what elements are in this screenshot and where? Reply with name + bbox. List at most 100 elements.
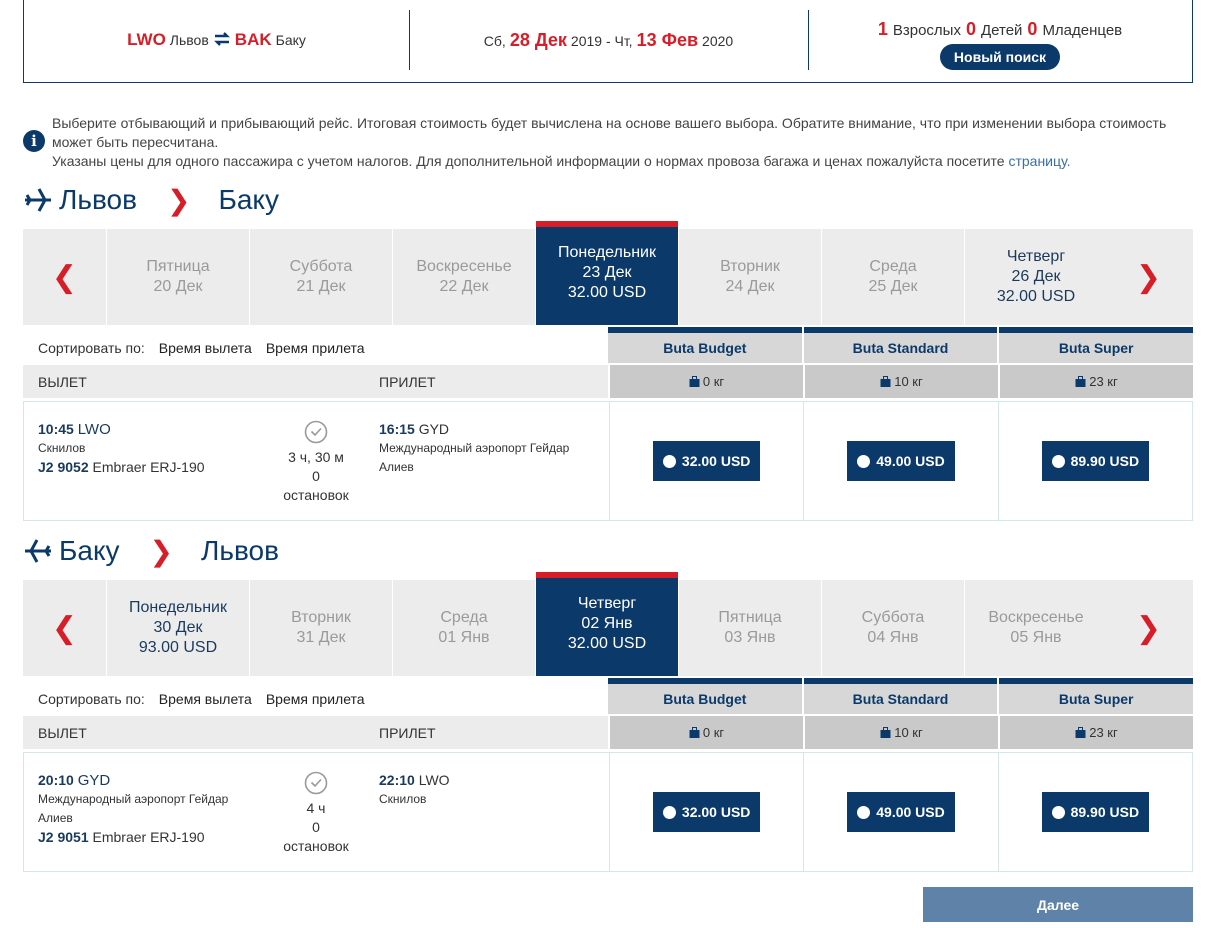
day-weekday: Суббота bbox=[289, 258, 353, 275]
chevron-right-icon: ❯ bbox=[1135, 611, 1162, 645]
date-option[interactable]: Вторник 31 Дек bbox=[249, 580, 392, 676]
day-date: 01 Янв bbox=[438, 629, 490, 646]
date-option[interactable]: Четверг 26 Дек 32.00 USD bbox=[964, 229, 1107, 325]
day-price: 32.00 USD bbox=[567, 635, 647, 652]
day-weekday: Пятница bbox=[146, 258, 210, 275]
dep-airport: Международный аэропорт Гейдар Алиев bbox=[38, 792, 229, 825]
next-dates-button[interactable]: ❯ bbox=[1107, 229, 1190, 325]
day-date: 26 Дек bbox=[1011, 268, 1061, 285]
next-dates-button[interactable]: ❯ bbox=[1107, 580, 1190, 676]
day-date: 31 Дек bbox=[296, 629, 346, 646]
dep-code: GYD bbox=[77, 772, 111, 789]
fare-select-budget[interactable]: 32.00 USD bbox=[652, 792, 761, 832]
day-date: 21 Дек bbox=[296, 278, 346, 295]
baggage-info-link[interactable]: страницу. bbox=[1008, 153, 1070, 169]
infants-label: Младенцев bbox=[1042, 21, 1123, 39]
dep-time: 20:10 bbox=[38, 772, 74, 788]
infants-count: 0 bbox=[1027, 18, 1038, 39]
date-option[interactable]: Пятница 20 Дек bbox=[106, 229, 249, 325]
outbound-from: Львов bbox=[59, 184, 137, 215]
sort-by-departure[interactable]: Время вылета bbox=[159, 691, 252, 707]
next-button[interactable]: Далее bbox=[923, 887, 1193, 922]
baggage-weight: 23 кг bbox=[1089, 725, 1118, 740]
sort-by-arrival[interactable]: Время прилета bbox=[266, 691, 365, 707]
stops-count: 0 bbox=[312, 468, 320, 484]
fare-select-super[interactable]: 89.90 USD bbox=[1041, 441, 1150, 481]
radio-icon bbox=[662, 454, 676, 468]
luggage-icon bbox=[1075, 376, 1086, 387]
day-date: 05 Янв bbox=[1010, 629, 1062, 646]
day-weekday: Понедельник bbox=[129, 599, 227, 616]
day-date: 24 Дек bbox=[725, 278, 775, 295]
dep-day: 28 Дек bbox=[509, 29, 567, 50]
ret-year: 2020 bbox=[702, 32, 734, 49]
day-price: 93.00 USD bbox=[138, 639, 218, 656]
sort-bar: Сортировать по: Время вылета Время приле… bbox=[23, 328, 608, 368]
date-option[interactable]: Воскресенье 22 Дек bbox=[392, 229, 535, 325]
fare-header-budget: Buta Budget bbox=[608, 327, 802, 363]
luggage-icon bbox=[689, 376, 700, 387]
col-departure: ВЫЛЕТ bbox=[38, 373, 87, 390]
aircraft: Embraer ERJ-190 bbox=[92, 459, 205, 475]
baggage-allowance: 10 кг bbox=[805, 716, 998, 749]
date-option[interactable]: Суббота 21 Дек bbox=[249, 229, 392, 325]
plane-departure-icon bbox=[25, 188, 51, 212]
prev-dates-button[interactable]: ❮ bbox=[23, 580, 106, 676]
date-option[interactable]: Вторник 24 Дек bbox=[678, 229, 821, 325]
sort-label: Сортировать по: bbox=[38, 340, 145, 356]
fare-price: 32.00 USD bbox=[681, 453, 751, 469]
arr-time: 22:10 bbox=[379, 772, 415, 788]
plane-return-icon bbox=[25, 539, 51, 563]
date-option[interactable]: Суббота 04 Янв bbox=[821, 580, 964, 676]
fare-select-budget[interactable]: 32.00 USD bbox=[652, 441, 761, 481]
arr-code: GYD bbox=[418, 421, 450, 437]
dep-year: 2019 - Чт, bbox=[570, 32, 633, 49]
date-option[interactable]: Пятница 03 Янв bbox=[678, 580, 821, 676]
date-option[interactable]: Среда 25 Дек bbox=[821, 229, 964, 325]
ret-day: 13 Фев bbox=[636, 29, 699, 50]
outbound-heading: Львов ❯ Баку bbox=[23, 183, 279, 217]
col-arrival: ПРИЛЕТ bbox=[379, 724, 436, 741]
children-count: 0 bbox=[965, 18, 976, 39]
stops-label: остановок bbox=[283, 838, 349, 854]
day-date: 20 Дек bbox=[153, 278, 203, 295]
date-option-selected[interactable]: Понедельник 23 Дек 32.00 USD bbox=[535, 221, 678, 325]
date-option[interactable]: Среда 01 Янв bbox=[392, 580, 535, 676]
date-option[interactable]: Понедельник 30 Дек 93.00 USD bbox=[106, 580, 249, 676]
info-line-1: Выберите отбывающий и прибывающий рейс. … bbox=[52, 115, 1167, 150]
sort-by-arrival[interactable]: Время прилета bbox=[266, 340, 365, 356]
dep-airport: Скнилов bbox=[38, 441, 86, 455]
flight-row: 10:45 LWO Скнилов J2 9052 Embraer ERJ-19… bbox=[23, 401, 1193, 521]
fare-select-standard[interactable]: 49.00 USD bbox=[847, 441, 955, 481]
day-weekday: Среда bbox=[869, 258, 917, 275]
radio-icon bbox=[857, 454, 871, 468]
fare-header-super: Buta Super bbox=[999, 678, 1194, 714]
dep-code: LWO bbox=[77, 421, 111, 438]
outbound-to: Баку bbox=[218, 184, 279, 215]
baggage-weight: 10 кг bbox=[894, 725, 923, 740]
luggage-icon bbox=[1075, 727, 1086, 738]
fare-price: 49.00 USD bbox=[876, 804, 945, 820]
day-date: 30 Дек bbox=[153, 619, 203, 636]
duration: 4 ч bbox=[306, 800, 326, 816]
prev-dates-button[interactable]: ❮ bbox=[23, 229, 106, 325]
inbound-from: Баку bbox=[59, 535, 120, 566]
outbound-date-strip: ❮ Пятница 20 Дек Суббота 21 Дек Воскресень… bbox=[23, 221, 1193, 325]
fare-select-standard[interactable]: 49.00 USD bbox=[847, 792, 955, 832]
arr-airport: Скнилов bbox=[379, 792, 427, 806]
fare-header-budget: Buta Budget bbox=[608, 678, 802, 714]
clock-icon bbox=[304, 771, 328, 795]
new-search-button[interactable]: Новый поиск bbox=[939, 43, 1061, 70]
fare-select-super[interactable]: 89.90 USD bbox=[1041, 792, 1150, 832]
info-line-2: Указаны цены для одного пассажира с учет… bbox=[52, 153, 1005, 169]
day-date: 23 Дек bbox=[582, 264, 632, 281]
fare-headers: Buta Budget Buta Standard Buta Super bbox=[608, 327, 1194, 363]
stops-label: остановок bbox=[283, 487, 349, 503]
day-weekday: Вторник bbox=[291, 609, 351, 626]
arr-time: 16:15 bbox=[379, 421, 415, 437]
date-option[interactable]: Воскресенье 05 Янв bbox=[964, 580, 1107, 676]
date-option-selected[interactable]: Четверг 02 Янв 32.00 USD bbox=[535, 572, 678, 676]
stops-count: 0 bbox=[312, 819, 320, 835]
sort-by-departure[interactable]: Время вылета bbox=[159, 340, 252, 356]
radio-icon bbox=[1051, 805, 1065, 819]
